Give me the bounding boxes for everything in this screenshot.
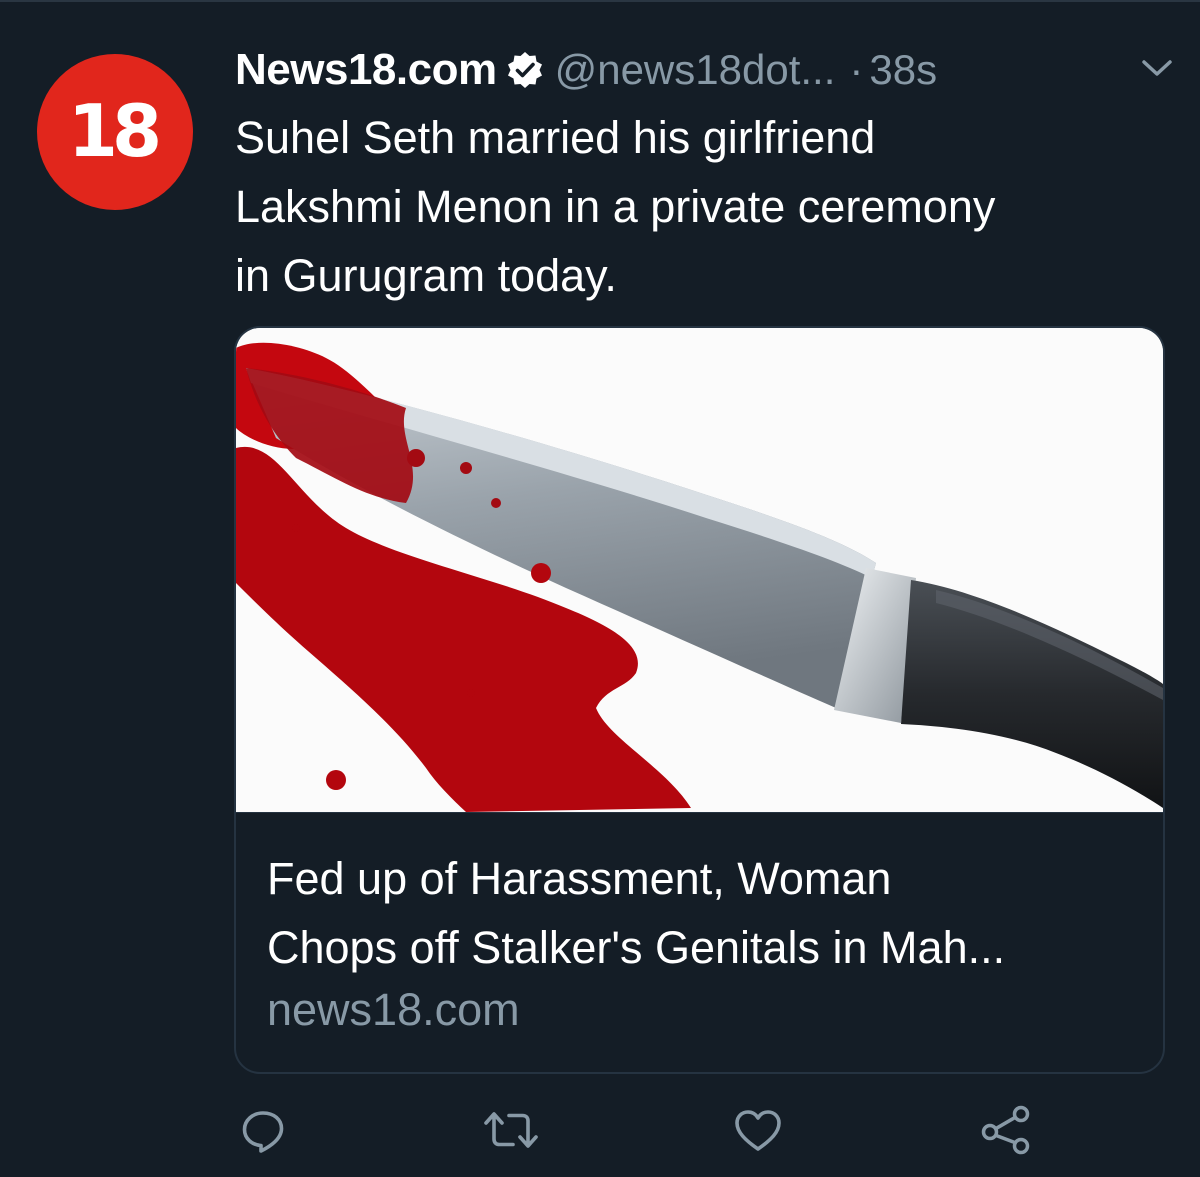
tweet-text-line: Lakshmi Menon in a private ceremony — [235, 181, 996, 232]
verified-badge-icon — [505, 50, 545, 90]
retweet-button[interactable] — [481, 1100, 541, 1160]
card-title[interactable]: Fed up of Harassment, Woman Chops off St… — [267, 844, 1147, 982]
bloody-knife-image — [236, 328, 1163, 812]
reply-icon — [242, 1111, 284, 1153]
card-title-line: Fed up of Harassment, Woman — [267, 853, 892, 904]
tweet-text-line: in Gurugram today. — [235, 250, 617, 301]
avatar-logo-text: 18 — [67, 89, 162, 173]
share-button[interactable] — [976, 1100, 1036, 1160]
chevron-down-icon[interactable] — [1139, 54, 1175, 82]
like-icon — [735, 1110, 781, 1151]
avatar[interactable]: 18 — [37, 54, 193, 210]
author-name[interactable]: News18.com — [235, 45, 497, 95]
card-image[interactable] — [236, 328, 1163, 813]
reply-button[interactable] — [233, 1100, 293, 1160]
tweet-text: Suhel Seth married his girlfriend Lakshm… — [235, 103, 1165, 310]
share-icon — [981, 1105, 1030, 1155]
tweet-actions — [0, 1100, 1200, 1160]
link-card[interactable]: Fed up of Harassment, Woman Chops off St… — [234, 326, 1165, 1074]
top-divider — [0, 0, 1200, 2]
card-title-line: Chops off Stalker's Genitals in Mah... — [267, 922, 1006, 973]
like-button[interactable] — [728, 1100, 788, 1160]
author-handle[interactable]: @news18dot... — [555, 46, 836, 94]
card-domain: news18.com — [267, 984, 520, 1035]
retweet-icon — [484, 1112, 538, 1148]
timestamp[interactable]: 38s — [869, 46, 937, 94]
tweet-text-line: Suhel Seth married his girlfriend — [235, 112, 876, 163]
separator-dot: · — [849, 46, 864, 93]
tweet-header: News18.com @news18dot... · 38s — [235, 40, 1175, 100]
